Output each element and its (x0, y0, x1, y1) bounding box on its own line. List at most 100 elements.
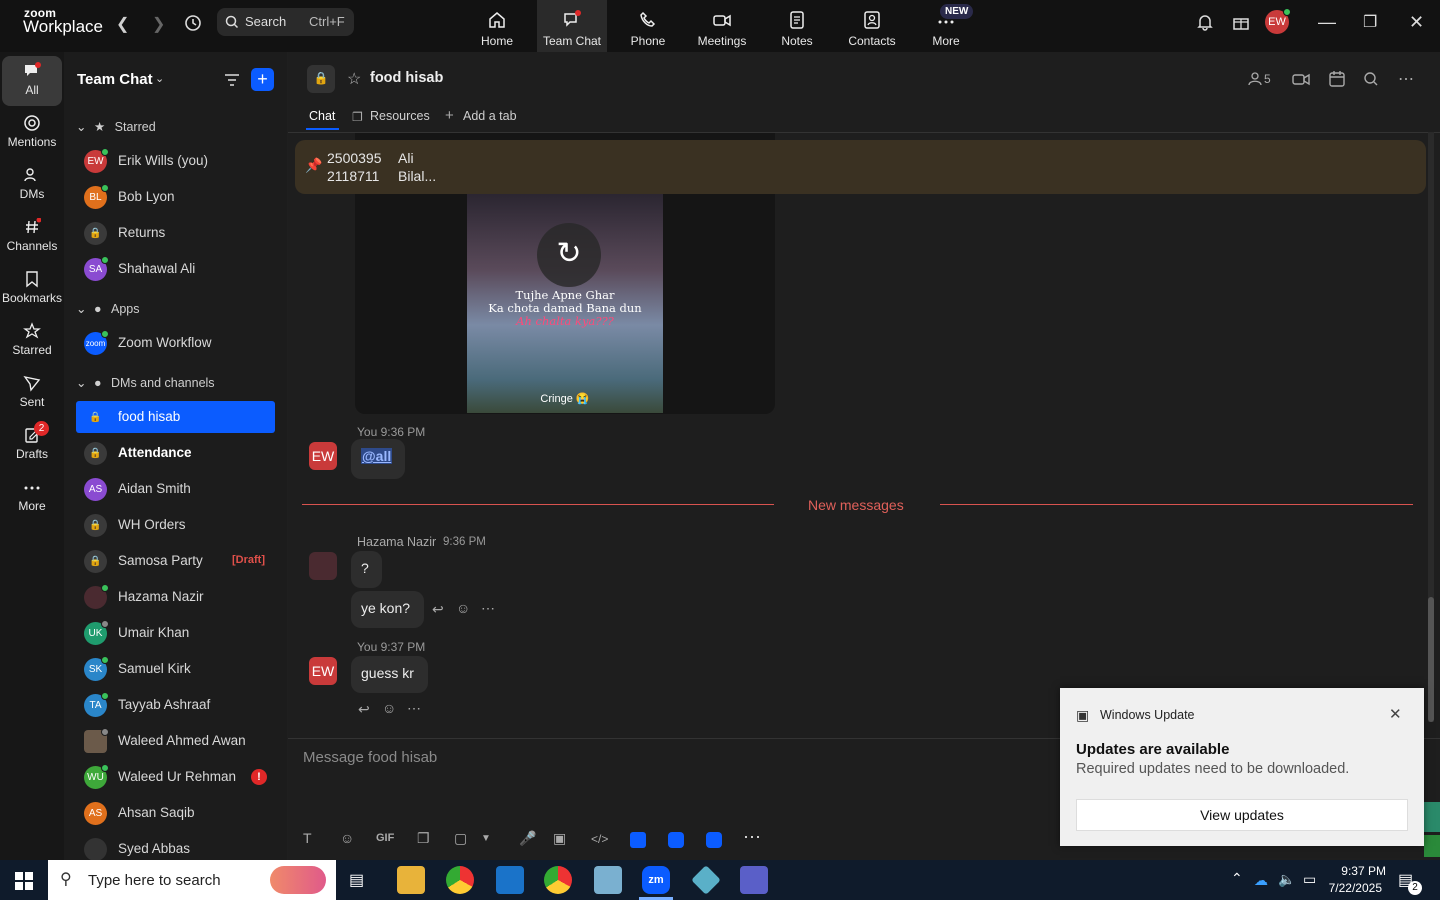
chrome-profile-icon[interactable] (544, 866, 572, 894)
list-item-selected[interactable]: 🔒 food hisab (76, 401, 275, 433)
chevron-down-icon[interactable]: ⌄ (155, 72, 164, 85)
reply-icon[interactable]: ↩ (358, 701, 370, 718)
more-dots-icon[interactable]: ⋯ (743, 827, 761, 848)
list-item[interactable]: 🔒 Samosa Party [Draft] (76, 545, 275, 577)
list-item[interactable]: SA Shahawal Ali (76, 253, 275, 285)
sender-name[interactable]: Hazama Nazir (357, 535, 436, 549)
scrollbar-thumb[interactable] (1428, 597, 1434, 722)
list-item[interactable]: SK Samuel Kirk (76, 653, 275, 685)
section-starred[interactable]: ⌄ ★ Starred (76, 119, 156, 134)
emoji-icon[interactable]: ☺ (340, 830, 354, 846)
list-item[interactable]: AS Ahsan Saqib (76, 797, 275, 829)
search-input[interactable]: Search Ctrl+F (217, 8, 354, 36)
new-chat-button[interactable]: + (251, 68, 274, 91)
message-bubble[interactable]: ? (351, 551, 382, 588)
bell-icon[interactable] (1196, 13, 1214, 31)
history-icon[interactable] (183, 13, 203, 33)
file-icon[interactable]: ❐ (417, 830, 430, 847)
tab-add[interactable]: Add a tab (463, 109, 517, 123)
rail-channels[interactable]: Channels (2, 212, 62, 262)
task-view-icon[interactable]: ▤ (349, 870, 364, 890)
docs-app-icon[interactable] (630, 832, 646, 848)
message-bubble[interactable]: guess kr (351, 656, 428, 693)
filter-icon[interactable] (223, 72, 241, 88)
message-input[interactable]: Message food hisab (303, 749, 1053, 771)
list-item[interactable]: BL Bob Lyon (76, 181, 275, 213)
chevron-up-icon[interactable]: ⌃ (1231, 870, 1243, 887)
send-edge-button[interactable] (1424, 835, 1440, 857)
taskbar-search[interactable]: ⚲ Type here to search (48, 860, 336, 900)
list-item[interactable]: UK Umair Khan (76, 617, 275, 649)
list-item[interactable]: Waleed Ahmed Awan (76, 725, 275, 757)
whiteboard-app-icon[interactable] (668, 832, 684, 848)
message-bubble[interactable]: ye kon? (351, 591, 424, 628)
nav-team-chat[interactable]: Team Chat (537, 0, 607, 52)
video-thumbnail[interactable]: ↻ Tujhe Apne Ghar Ka chota damad Bana du… (467, 193, 663, 413)
tab-resources[interactable]: Resources (370, 109, 430, 123)
nav-notes[interactable]: Notes (760, 0, 834, 52)
emoji-react-icon[interactable]: ☺ (382, 700, 396, 716)
maximize-icon[interactable]: ❐ (1363, 12, 1377, 32)
list-title[interactable]: Team Chat (77, 71, 153, 88)
gif-button[interactable]: GIF (376, 832, 394, 844)
message-bubble[interactable]: @all (351, 439, 405, 479)
members-icon[interactable] (1248, 72, 1262, 86)
more-dots-icon[interactable]: ⋯ (481, 600, 495, 617)
pinned-banner[interactable]: 📌 2500395 Ali 2118711 Bilal... (295, 140, 1426, 194)
rail-bookmarks[interactable]: Bookmarks (2, 264, 62, 314)
rail-mentions[interactable]: Mentions (2, 108, 62, 158)
list-item[interactable]: TA Tayyab Ashraaf (76, 689, 275, 721)
nav-meetings[interactable]: Meetings (685, 0, 759, 52)
list-item[interactable]: AS Aidan Smith (76, 473, 275, 505)
nav-phone[interactable]: Phone (611, 0, 685, 52)
channel-title[interactable]: food hisab (370, 70, 443, 86)
rail-starred[interactable]: Starred (2, 316, 62, 366)
zoom-taskbar-icon[interactable]: zm (642, 866, 670, 894)
nav-contacts[interactable]: Contacts (835, 0, 909, 52)
calendar-icon[interactable] (1328, 70, 1346, 88)
list-item[interactable]: Syed Abbas (76, 833, 275, 860)
chrome-icon[interactable] (446, 866, 474, 894)
list-item[interactable]: WU Waleed Ur Rehman! (76, 761, 275, 793)
back-arrow-icon[interactable]: ❮ (116, 14, 129, 34)
section-apps[interactable]: ⌄ ● Apps (76, 301, 140, 316)
list-item[interactable]: 🔒 Returns (76, 217, 275, 249)
network-icon[interactable]: ▭ (1303, 871, 1316, 888)
windows-start-icon[interactable] (15, 872, 33, 890)
reply-icon[interactable]: ↩ (432, 601, 444, 618)
screenshot-icon[interactable]: ▢ (454, 830, 467, 847)
view-updates-button[interactable]: View updates (1076, 799, 1408, 831)
tab-chat[interactable]: Chat (309, 109, 335, 123)
rail-sent[interactable]: Sent (2, 368, 62, 418)
list-item[interactable]: 🔒 WH Orders (76, 509, 275, 541)
star-icon[interactable]: ☆ (347, 69, 361, 89)
rail-dms[interactable]: DMs (2, 160, 62, 210)
side-edge-button[interactable] (1424, 802, 1440, 832)
nav-home[interactable]: Home (460, 0, 534, 52)
list-item[interactable]: 🔒 Attendance (76, 437, 275, 469)
forward-arrow-icon[interactable]: ❯ (152, 14, 165, 34)
clock-date[interactable]: 7/22/2025 (1326, 881, 1382, 895)
code-icon[interactable]: </> (591, 832, 608, 846)
zoom-app-icon[interactable] (706, 832, 722, 848)
gift-icon[interactable] (1232, 13, 1250, 31)
emoji-react-icon[interactable]: ☺ (456, 600, 470, 616)
reload-icon[interactable]: ↻ (537, 223, 601, 287)
volume-icon[interactable]: 🔈 (1278, 871, 1295, 888)
search-icon[interactable] (1363, 71, 1379, 87)
outlook-icon[interactable] (496, 866, 524, 894)
video-camera-icon[interactable] (1292, 71, 1310, 87)
video-clip-icon[interactable]: ▣ (553, 830, 566, 847)
list-item[interactable]: zoom Zoom Workflow (76, 327, 275, 359)
close-icon[interactable]: ✕ (1389, 705, 1402, 723)
rail-drafts[interactable]: Drafts (2, 420, 62, 470)
text-format-icon[interactable]: T (303, 830, 312, 846)
file-explorer-icon[interactable] (397, 866, 425, 894)
microphone-icon[interactable]: 🎤 (519, 830, 536, 847)
list-item[interactable]: Hazama Nazir (76, 581, 275, 613)
avatar[interactable]: EW (309, 442, 337, 470)
minimize-icon[interactable]: — (1318, 12, 1336, 33)
rail-more[interactable]: More (2, 472, 62, 522)
more-dots-icon[interactable]: ⋯ (407, 700, 421, 717)
more-dots-icon[interactable]: ⋯ (1398, 69, 1415, 89)
